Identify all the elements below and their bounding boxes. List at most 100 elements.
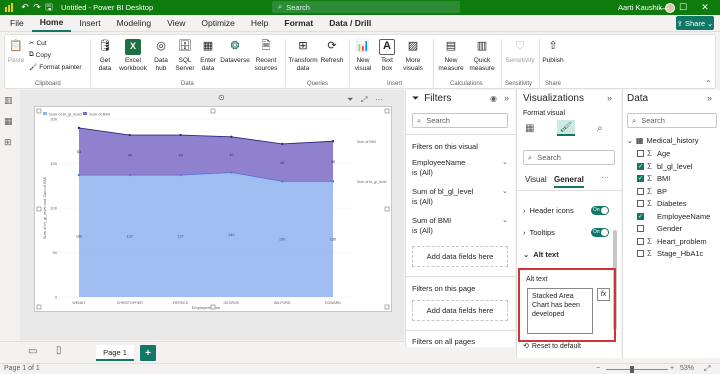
menu-data-drill[interactable]: Data / Drill [321,15,379,32]
menu-insert[interactable]: Insert [71,15,108,32]
save-icon[interactable]: 🖫 [43,2,55,14]
publish-button[interactable]: ⇧ Publish [541,39,565,65]
paste-button[interactable]: 📋 Paste [7,39,25,65]
field-checkbox[interactable] [637,225,644,232]
sql-server-button[interactable]: 🗄 SQL Server [174,39,196,72]
new-visual-button[interactable]: 📊 New visual [352,39,374,72]
add-data-fields-visual-dropzone[interactable]: Add data fields here [412,246,508,267]
maximize-button[interactable]: ☐ [675,0,691,15]
field-checkbox[interactable] [637,150,644,157]
more-options-icon[interactable]: ··· [601,173,609,182]
field-item[interactable]: ✓ Σbl_gl_level [637,162,692,171]
header-icons-section[interactable]: › Header icons On [523,204,613,216]
dataverse-button[interactable]: ❂ Dataverse [219,39,251,65]
title-search-box[interactable]: ⌕ Search [272,1,460,13]
table-view-icon[interactable]: ▦ [4,116,15,126]
field-checkbox[interactable]: ✓ [637,175,644,182]
report-view-icon[interactable]: ▥ [4,95,15,105]
report-canvas[interactable]: ⊙ ⏷ ⤢ ··· Sum of bl_gl_level Sum of BMI 2… [20,90,404,340]
quick-measure-button[interactable]: ▥ Quick measure [468,39,496,72]
tab-page-1[interactable]: Page 1 [96,345,134,361]
share-button[interactable]: ⇪ Share ⌄ [676,16,714,30]
get-data-button[interactable]: 🛢 Get data [94,39,116,72]
collapse-data-icon[interactable]: » [707,93,712,103]
data-search-input[interactable]: ⌕ Search [627,113,717,128]
add-page-button[interactable]: + [140,345,156,361]
filter-card[interactable]: Sum of bl_gl_level is (All) [412,187,508,212]
mobile-layout-icon[interactable]: ▯ [56,345,62,356]
field-checkbox[interactable]: ✓ [637,212,644,220]
undo-icon[interactable]: ↶ [19,2,31,14]
menu-home[interactable]: Home [31,15,72,32]
more-options-icon[interactable]: ··· [375,95,383,104]
stacked-area-chart-visual[interactable]: ⏷ ⤢ ··· Sum of bl_gl_level Sum of BMI 200… [34,95,392,312]
model-view-icon[interactable]: ⊞ [4,137,15,147]
menu-help[interactable]: Help [243,15,276,32]
excel-workbook-button[interactable]: X Excel workbook [118,39,148,72]
field-item[interactable]: ✓ Σ BMI [637,174,670,183]
field-item[interactable]: Σ Stage_HbA1c [637,249,703,258]
zoom-in-button[interactable]: + [670,365,674,372]
viz-search-input[interactable]: ⌕ Search [523,150,615,165]
reset-to-default-button[interactable]: ⟲ Reset to default [523,342,581,351]
field-checkbox[interactable] [637,250,644,257]
tooltips-toggle[interactable]: On [591,227,609,237]
add-data-fields-page-dropzone[interactable]: Add data fields here [412,300,508,321]
menu-optimize[interactable]: Optimize [193,15,243,32]
more-visuals-button[interactable]: ▨ More visuals [399,39,427,72]
collapse-ribbon-icon[interactable]: ⌃ [705,79,712,88]
tab-visual[interactable]: Visual [525,175,547,184]
menu-modeling[interactable]: Modeling [109,15,160,32]
menu-file[interactable]: File [2,15,32,32]
refresh-button[interactable]: ⟳ Refresh [319,39,345,65]
field-checkbox[interactable] [637,200,644,207]
field-item[interactable]: Σ Age [637,149,670,158]
analytics-icon[interactable]: ⌕ [597,123,611,135]
text-box-button[interactable]: A Text box [377,39,397,72]
field-item[interactable]: ✓ EmployeeName [637,212,710,221]
zoom-out-button[interactable]: − [596,365,600,372]
redo-icon[interactable]: ↷ [31,2,43,14]
alt-text-section[interactable]: ⌄ Alt text [523,248,613,260]
chevron-down-icon[interactable]: ⌄ [502,158,508,166]
conditional-format-fx-button[interactable]: fx [597,288,610,301]
fit-to-page-icon[interactable]: ⤢ [704,364,710,374]
table-medical-history[interactable]: ⌄ ▦ Medical_history [627,136,699,145]
filter-icon[interactable]: ⏷ [347,95,353,105]
chevron-down-icon[interactable]: ⌄ [502,216,508,224]
tab-general[interactable]: General [554,175,584,188]
filters-search-input[interactable]: ⌕ Search [412,113,508,128]
recent-sources-button[interactable]: 🗎 Recent sources [251,39,281,72]
focus-mode-icon[interactable]: ⤢ [361,95,367,105]
menu-view[interactable]: View [159,15,193,32]
alt-text-textarea[interactable]: Stacked Area Chart has been developed [527,288,593,334]
cut-button[interactable]: ✂ Cut [29,39,47,48]
menu-format[interactable]: Format [276,15,321,32]
field-checkbox[interactable] [637,237,644,245]
new-measure-button[interactable]: ▤ New measure [436,39,466,72]
filter-card[interactable]: EmployeeName is (All) [412,158,508,183]
filter-card[interactable]: Sum of BMI is (All) [412,216,508,241]
format-painter-button[interactable]: 🖌 Format painter [29,63,82,72]
zoom-slider-handle[interactable] [630,366,634,373]
sensitivity-button[interactable]: ⛉ Sensitivity [504,39,536,65]
close-button[interactable]: ✕ [697,0,713,15]
chevron-down-icon[interactable]: ⌄ [502,187,508,195]
field-checkbox[interactable]: ✓ [637,162,644,170]
copy-button[interactable]: ⧉ Copy [29,51,51,59]
minimize-button[interactable]: — [656,0,672,15]
field-item[interactable]: Σ Heart_problem [637,237,707,246]
expand-icon[interactable]: ⊙ [218,93,225,102]
build-visual-icon[interactable]: ▦ [525,123,539,135]
header-icons-toggle[interactable]: On [591,205,609,215]
enter-data-button[interactable]: ▦ Enter data [198,39,218,72]
tooltips-section[interactable]: › Tooltips On [523,226,613,238]
transform-data-button[interactable]: ⊞ Transform data [288,39,318,72]
field-item[interactable]: Σ Diabetes [637,199,687,208]
field-item[interactable]: Σ BP [637,187,667,196]
collapse-filters-icon[interactable]: » [504,93,509,103]
collapse-visualizations-icon[interactable]: » [607,93,612,103]
eye-icon[interactable]: ◉ [490,94,497,103]
format-visual-icon[interactable]: 🖌 [557,120,575,136]
field-checkbox[interactable] [637,187,644,195]
